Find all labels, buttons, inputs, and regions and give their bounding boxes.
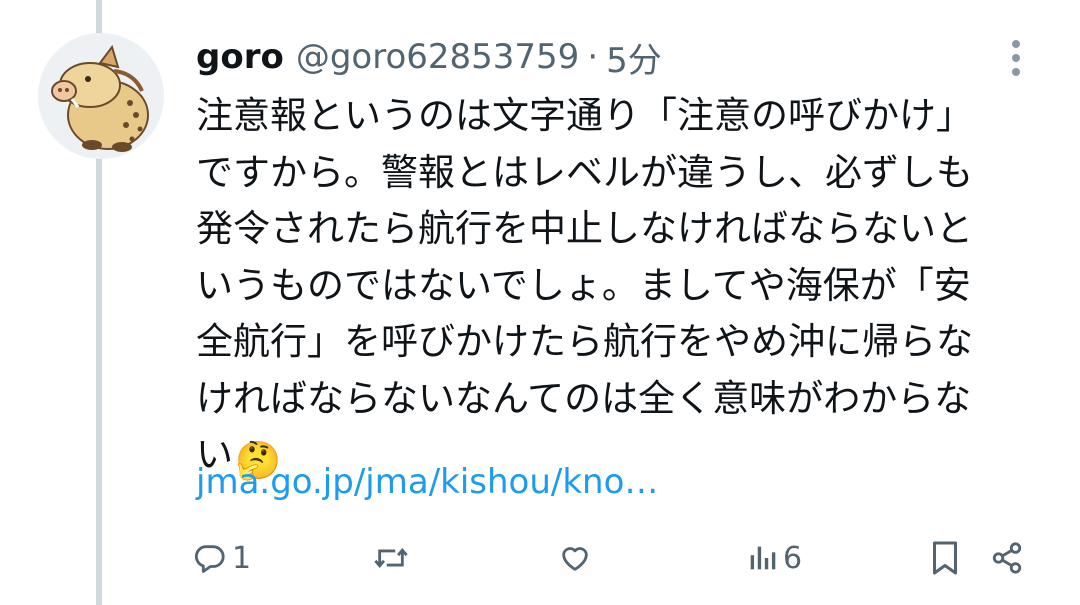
share-icon (990, 541, 1024, 575)
tweet-text: 注意報というのは文字通り「注意の呼びかけ」 ですから。警報とはレベルが違うし、必… (196, 88, 1046, 490)
tweet-header: goro @goro62853759 · 5分 (196, 33, 662, 82)
retweet-icon (372, 541, 410, 575)
action-bar: 1 6 (0, 533, 1080, 583)
heart-icon (557, 541, 593, 575)
timestamp[interactable]: 5分 (606, 33, 662, 82)
tweet-link[interactable]: jma.go.jp/jma/kishou/kno… (196, 462, 658, 502)
tweet-text-line: 全航行」を呼びかけたら航行をやめ沖に帰らな (196, 320, 973, 363)
share-button[interactable] (990, 533, 1024, 583)
tweet-text-line: 発令されたら航行を中止しなければならないと (196, 207, 973, 250)
reply-button[interactable]: 1 (192, 533, 251, 583)
views-count: 6 (783, 540, 803, 576)
views-icon (747, 541, 777, 575)
tweet-text-line: いうものではないでしょ。ましてや海保が「安 (196, 263, 971, 307)
retweet-button[interactable] (372, 533, 410, 583)
user-handle[interactable]: @goro62853759 (296, 37, 579, 77)
tweet-text-line: ですから。警報とはレベルが違うし、必ずしも (196, 150, 973, 194)
tweet[interactable]: goro @goro62853759 · 5分 注意報というのは文字通り「注意の… (0, 0, 1080, 605)
bookmark-button[interactable] (930, 533, 960, 583)
tweet-text-line: ければならないなんてのは全く意味がわからな (196, 376, 972, 420)
display-name[interactable]: goro (196, 37, 284, 77)
views-button[interactable]: 6 (747, 533, 802, 583)
avatar[interactable] (38, 33, 164, 159)
boar-avatar-image (38, 33, 164, 159)
bookmark-icon (930, 540, 960, 576)
more-vertical-icon[interactable] (1004, 38, 1028, 78)
separator-dot: · (587, 37, 599, 77)
reply-count: 1 (232, 540, 252, 576)
like-button[interactable] (557, 533, 593, 583)
tweet-text-line: 注意報というのは文字通り「注意の呼びかけ」 (196, 94, 973, 137)
reply-icon (192, 541, 226, 575)
